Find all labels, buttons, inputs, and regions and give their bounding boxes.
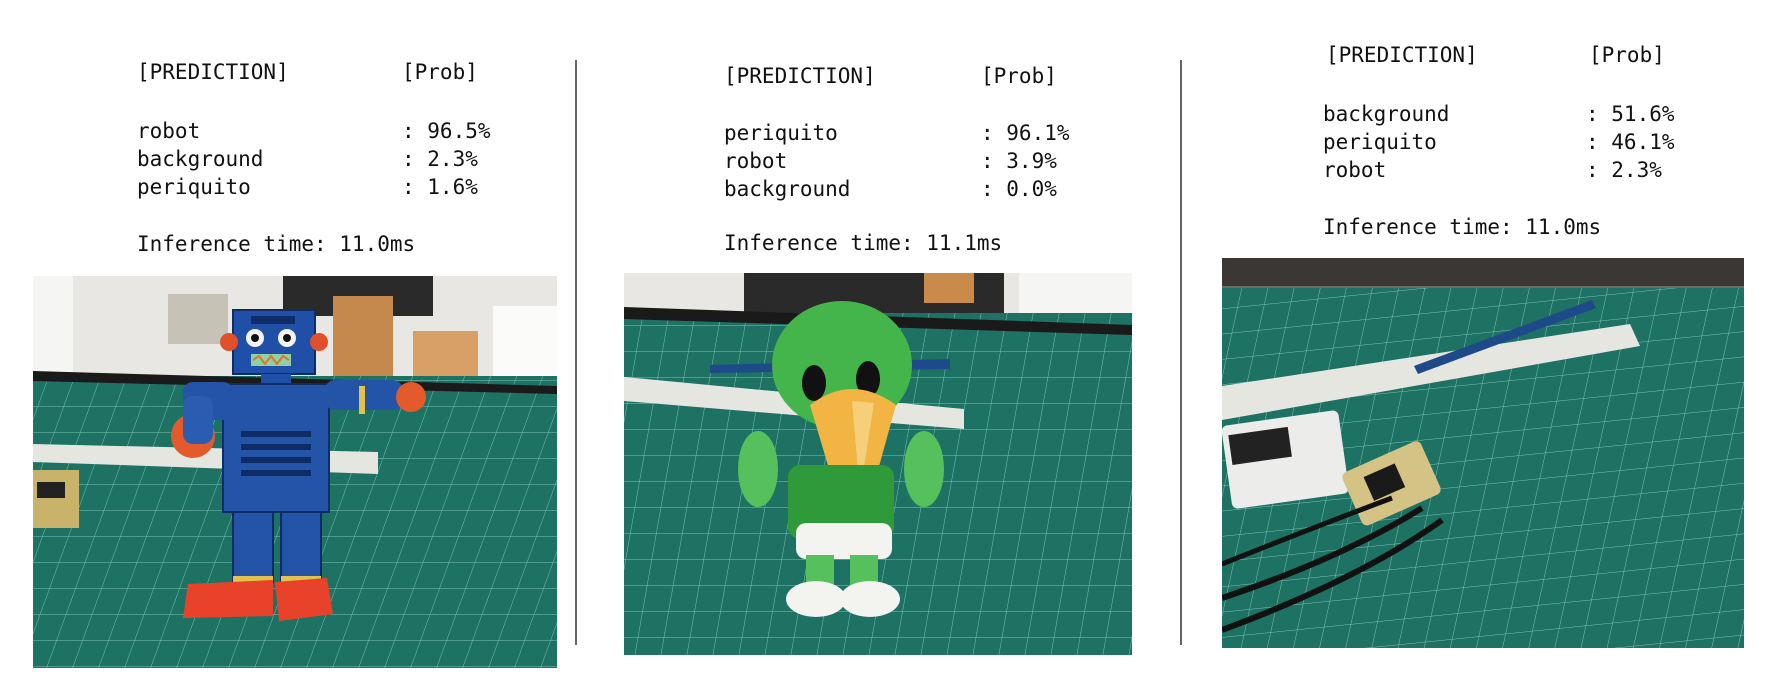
prediction-prob: : 96.5%: [402, 119, 491, 143]
prediction-prob: : 46.1%: [1586, 130, 1675, 154]
camera-image-robot: [33, 276, 557, 668]
prob-header: [Prob]: [1589, 43, 1665, 67]
prediction-prob: : 51.6%: [1586, 102, 1675, 126]
prediction-prob: : 96.1%: [981, 121, 1070, 145]
prediction-prob: : 2.3%: [402, 147, 478, 171]
inference-time: Inference time: 11.1ms: [724, 231, 1003, 255]
prediction-label: robot: [1323, 158, 1387, 182]
prediction-label: background: [137, 147, 264, 171]
prediction-label: robot: [724, 149, 788, 173]
prediction-prob: : 2.3%: [1586, 158, 1662, 182]
prediction-prob: : 1.6%: [402, 175, 478, 199]
prediction-label: background: [1323, 102, 1450, 126]
prediction-label: periquito: [137, 175, 251, 199]
prediction-header: [PREDICTION]: [724, 64, 876, 88]
prediction-label: robot: [137, 119, 201, 143]
prediction-header: [PREDICTION]: [1326, 43, 1478, 67]
panel-divider: [575, 60, 577, 645]
prediction-prob: : 0.0%: [981, 177, 1057, 201]
inference-time: Inference time: 11.0ms: [1323, 215, 1602, 239]
inference-time: Inference time: 11.0ms: [137, 232, 416, 256]
prob-header: [Prob]: [402, 60, 478, 84]
camera-image-background: [1222, 258, 1744, 648]
prediction-header: [PREDICTION]: [137, 60, 289, 84]
panel-divider: [1180, 60, 1182, 645]
prediction-label: periquito: [1323, 130, 1437, 154]
camera-image-periquito: [624, 273, 1132, 655]
prediction-label: background: [724, 177, 851, 201]
prediction-prob: : 3.9%: [981, 149, 1057, 173]
prob-header: [Prob]: [981, 64, 1057, 88]
prediction-label: periquito: [724, 121, 838, 145]
